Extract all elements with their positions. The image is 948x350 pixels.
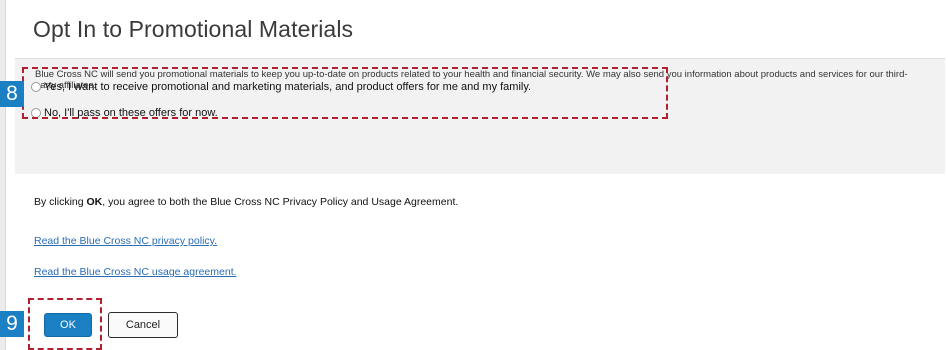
callout-number-9: 9 [0,311,24,337]
page-left-edge [0,0,6,350]
cancel-button[interactable]: Cancel [108,312,178,338]
agreement-suffix: , you agree to both the Blue Cross NC Pr… [102,196,459,208]
agreement-bold: OK [86,196,103,208]
usage-agreement-link[interactable]: Read the Blue Cross NC usage agreement. [34,266,237,278]
privacy-policy-link[interactable]: Read the Blue Cross NC privacy policy. [34,235,217,247]
agreement-text: By clicking OK, you agree to both the Bl… [34,196,458,208]
callout-number-8: 8 [0,81,24,107]
callout-highlight-options [22,67,668,119]
ok-button[interactable]: OK [44,313,92,337]
page-title: Opt In to Promotional Materials [33,16,354,42]
agreement-prefix: By clicking [34,196,87,208]
